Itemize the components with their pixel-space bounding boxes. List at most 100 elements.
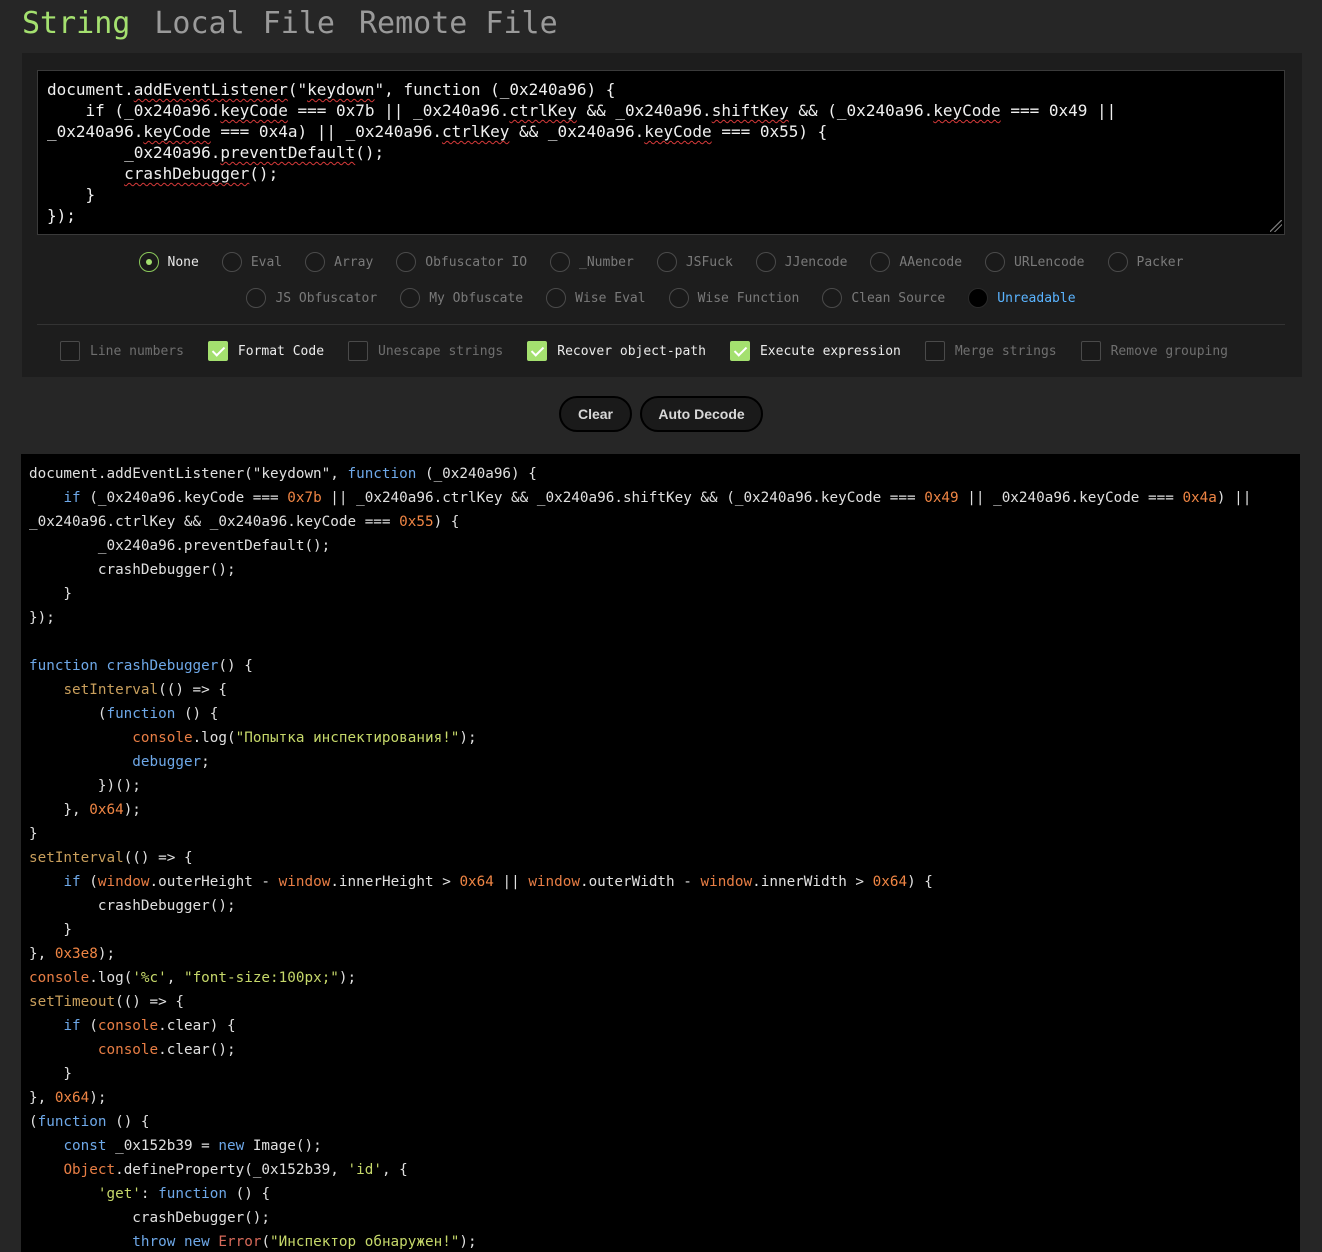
decode-options: Line numbers Format Code Unescape strings R… — [60, 341, 1228, 361]
code-token: (() => { — [115, 994, 184, 1010]
code-token: , { — [381, 1162, 408, 1178]
radio-icon[interactable] — [396, 252, 417, 272]
auto-decode-button[interactable]: Auto Decode — [640, 396, 763, 432]
option-merge-strings[interactable]: Merge strings — [924, 341, 1057, 361]
encoding-option-urlencode[interactable]: URLencode — [985, 252, 1085, 272]
encoding-option-wise-function[interactable]: Wise Function — [668, 288, 800, 308]
code-token: } — [29, 922, 73, 938]
code-token: ) { — [907, 874, 933, 890]
radio-icon[interactable] — [305, 252, 326, 272]
encoding-option-label: JSFuck — [685, 254, 733, 270]
radio-icon[interactable] — [400, 288, 421, 308]
code-token: 0x64 — [54, 1090, 90, 1106]
encoding-option-label: JJencode — [784, 254, 848, 270]
encoding-option-label: None — [167, 254, 199, 270]
code-token: ) { — [433, 514, 460, 530]
encoding-option-wise-eval[interactable]: Wise Eval — [546, 288, 646, 308]
option-unescape-strings[interactable]: Unescape strings — [348, 341, 503, 361]
code-token: () { — [218, 658, 253, 674]
code-line: }, 0x64); — [29, 798, 1292, 822]
code-token: function — [158, 1186, 228, 1202]
radio-icon[interactable] — [755, 252, 776, 272]
code-token: || — [493, 874, 529, 890]
code-token: function — [106, 706, 176, 722]
code-line: })(); — [29, 774, 1292, 798]
code-token: ; — [201, 754, 210, 770]
code-token: function — [37, 1114, 107, 1130]
tab-remote-file[interactable]: Remote File — [359, 2, 558, 46]
checkbox-icon[interactable] — [729, 341, 750, 361]
option-recover-object-path[interactable]: Recover object-path — [527, 341, 706, 361]
checkbox-icon[interactable] — [924, 341, 945, 361]
encoding-options-row-2: JS Obfuscator My Obfuscate Wise Eval Wise F… — [0, 288, 1322, 308]
radio-icon[interactable] — [138, 252, 159, 272]
code-token: '%c' — [132, 970, 167, 986]
radio-icon[interactable] — [246, 288, 267, 308]
code-token: crashDebugger(); — [29, 898, 236, 914]
code-token: ); — [338, 970, 357, 986]
code-line: } — [29, 582, 1292, 606]
encoding-option-array[interactable]: Array — [305, 252, 373, 272]
encoding-option-label: Clean Source — [851, 290, 946, 306]
encoding-option-eval[interactable]: Eval — [221, 252, 282, 272]
checkbox-icon[interactable] — [207, 341, 228, 361]
code-token: ) || — [1216, 490, 1252, 506]
code-token: ( — [80, 1018, 98, 1034]
option-remove-grouping[interactable]: Remove grouping — [1080, 341, 1228, 361]
code-line: (function () { — [29, 702, 1292, 726]
code-line: if (console.clear) { — [29, 1014, 1292, 1038]
decoded-output[interactable]: document.addEventListener("keydown", fun… — [21, 454, 1300, 1252]
source-code-editor[interactable]: document.addEventListener("keydown", fun… — [37, 70, 1285, 235]
editor-code-token: keyCode — [220, 101, 288, 120]
encoding-option-packer[interactable]: Packer — [1107, 252, 1183, 272]
code-line: }, 0x64); — [29, 1086, 1292, 1110]
checkbox-icon[interactable] — [1080, 341, 1101, 361]
code-token: Object — [63, 1162, 116, 1178]
radio-icon[interactable] — [546, 288, 567, 308]
editor-code-token: ", function (_0x240a96) { — [374, 80, 616, 99]
encoding-option-none[interactable]: None — [138, 252, 199, 272]
radio-icon[interactable] — [656, 252, 677, 272]
code-token: ); — [89, 1090, 107, 1106]
encoding-option-jjencode[interactable]: JJencode — [755, 252, 848, 272]
encoding-option-jsfuck[interactable]: JSFuck — [656, 252, 733, 272]
clear-button[interactable]: Clear — [559, 396, 632, 432]
code-line: (function () { — [29, 1110, 1292, 1134]
radio-icon[interactable] — [985, 252, 1006, 272]
checkbox-icon[interactable] — [527, 341, 548, 361]
code-line: document.addEventListener("keydown", fun… — [29, 462, 1292, 486]
encoding-option-label: Obfuscator IO — [425, 254, 528, 270]
code-line: const _0x152b39 = new Image(); — [29, 1134, 1292, 1158]
radio-icon[interactable] — [822, 288, 843, 308]
option-format-code[interactable]: Format Code — [207, 341, 324, 361]
tab-string[interactable]: String — [22, 2, 130, 46]
encoding-option-obfuscator-io[interactable]: Obfuscator IO — [396, 252, 527, 272]
tab-local-file[interactable]: Local File — [154, 2, 335, 46]
code-token: 0x55 — [399, 514, 434, 530]
radio-icon[interactable] — [870, 252, 891, 272]
resize-grip-icon[interactable] — [1270, 220, 1282, 232]
encoding-option-js-obfuscator[interactable]: JS Obfuscator — [246, 288, 377, 308]
checkbox-icon[interactable] — [348, 341, 369, 361]
option-line-numbers[interactable]: Line numbers — [60, 341, 184, 361]
checkbox-icon[interactable] — [60, 341, 80, 361]
encoding-option-number[interactable]: _Number — [550, 252, 634, 272]
code-token: if — [63, 490, 81, 506]
radio-icon[interactable] — [1107, 252, 1128, 272]
encoding-option-my-obfuscate[interactable]: My Obfuscate — [400, 288, 523, 308]
encoding-option-aaencode[interactable]: AAencode — [870, 252, 962, 272]
radio-icon[interactable] — [968, 288, 989, 308]
editor-code-token: ctrlKey — [441, 122, 510, 141]
code-token: crashDebugger(); — [29, 562, 236, 578]
radio-icon[interactable] — [221, 252, 242, 272]
encoding-option-label: Wise Function — [697, 290, 800, 306]
code-token: () { — [227, 1186, 271, 1202]
encoding-option-clean-source[interactable]: Clean Source — [822, 288, 945, 308]
radio-icon[interactable] — [668, 288, 689, 308]
code-line: crashDebugger(); — [29, 1206, 1292, 1230]
radio-icon[interactable] — [550, 252, 571, 272]
option-execute-expression[interactable]: Execute expression — [729, 341, 901, 361]
code-token: .clear(); — [158, 1042, 236, 1058]
encoding-option-unreadable[interactable]: Unreadable — [968, 288, 1076, 308]
